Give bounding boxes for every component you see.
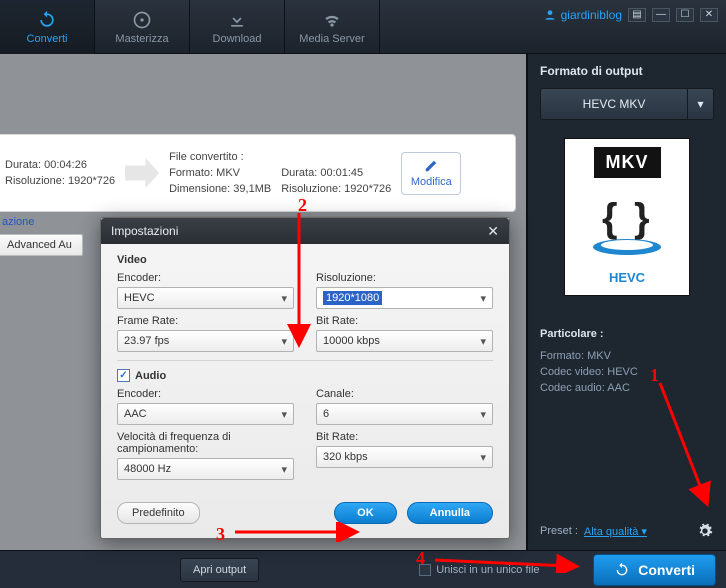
video-bitrate-combo[interactable]: 10000 kbps▾ — [316, 330, 493, 352]
disc-icon — [132, 10, 152, 30]
default-button[interactable]: Predefinito — [117, 502, 200, 524]
tab-converti[interactable]: Converti — [0, 0, 95, 54]
svg-text:}: } — [634, 196, 650, 240]
detail-row: Codec audio: AAC — [540, 382, 714, 394]
right-panel: Formato di output HEVC MKV ▾ MKV { } HEV… — [528, 54, 726, 550]
maximize-button[interactable]: ☐ — [676, 8, 694, 22]
account-link[interactable]: giardiniblog — [543, 8, 622, 22]
modifica-button[interactable]: Modifica — [401, 152, 461, 195]
merge-label: Unisci in un unico file — [436, 564, 539, 576]
dialog-title: Impostazioni — [111, 224, 178, 238]
tab-download[interactable]: Download — [190, 0, 285, 54]
details-heading: Particolare : — [540, 328, 714, 340]
audio-encoder-combo[interactable]: AAC▾ — [117, 403, 294, 425]
open-output-button[interactable]: Apri output — [180, 558, 259, 582]
audio-section-heading: ✓ Audio — [117, 369, 493, 382]
source-meta: Durata: 00:04:26 Risoluzione: 1920*726 — [5, 157, 115, 189]
tab-label: Masterizza — [115, 33, 168, 45]
cancel-button[interactable]: Annulla — [407, 502, 493, 524]
dialog-close-button[interactable]: ✕ — [487, 224, 499, 238]
output-format-heading: Formato di output — [540, 64, 714, 78]
dialog-titlebar: Impostazioni ✕ — [101, 218, 509, 244]
field-label: Bit Rate: — [316, 431, 493, 443]
detail-row: Formato: MKV — [540, 350, 714, 362]
audio-checkbox[interactable]: ✓ — [117, 369, 130, 382]
preset-row: Preset : Alta qualità ▾ — [540, 522, 714, 540]
video-framerate-combo[interactable]: 23.97 fps▾ — [117, 330, 294, 352]
video-encoder-combo[interactable]: HEVC▾ — [117, 287, 294, 309]
audio-samplerate-combo[interactable]: 48000 Hz▾ — [117, 458, 294, 480]
edit-icon — [424, 159, 438, 173]
audio-bitrate-combo[interactable]: 320 kbps▾ — [316, 446, 493, 468]
preset-dropdown[interactable]: Alta qualità ▾ — [584, 525, 647, 538]
converti-button[interactable]: Converti — [593, 554, 716, 586]
codec-label: HEVC — [609, 270, 645, 285]
mkv-badge: MKV — [594, 147, 661, 178]
settings-dialog: Impostazioni ✕ Video Encoder: HEVC▾ Riso… — [100, 217, 510, 539]
svg-text:{: { — [602, 196, 618, 240]
tab-mediaserver[interactable]: Media Server — [285, 0, 380, 54]
format-dropdown-button[interactable]: ▾ — [688, 88, 714, 120]
format-button-group: HEVC MKV ▾ — [540, 88, 714, 120]
preset-label: Preset : — [540, 525, 578, 537]
dest-meta: File convertito : Formato: MKV Dimension… — [169, 149, 271, 197]
video-section-heading: Video — [117, 254, 493, 266]
advanced-audio-button[interactable]: Advanced Au — [0, 234, 83, 256]
format-button[interactable]: HEVC MKV — [540, 88, 688, 120]
gear-icon — [697, 523, 713, 539]
bottom-bar: Apri output Unisci in un unico file Conv… — [0, 550, 726, 588]
field-label: Canale: — [316, 388, 493, 400]
field-label: Velocità di frequenza di campionamento: — [117, 431, 294, 455]
field-label: Encoder: — [117, 272, 294, 284]
format-preview-card: MKV { } HEVC — [564, 138, 690, 296]
settings-gear-button[interactable] — [696, 522, 714, 540]
field-label: Frame Rate: — [117, 315, 294, 327]
audio-channel-combo[interactable]: 6▾ — [316, 403, 493, 425]
top-toolbar: Converti Masterizza Download Media Serve… — [0, 0, 726, 54]
wifi-icon — [322, 10, 342, 30]
download-icon — [227, 10, 247, 30]
refresh-icon — [37, 10, 57, 30]
dest-meta2: Durata: 00:01:45 Risoluzione: 1920*726 — [281, 149, 391, 197]
field-label: Risoluzione: — [316, 272, 493, 284]
close-window-button[interactable]: ✕ — [700, 8, 718, 22]
tab-masterizza[interactable]: Masterizza — [95, 0, 190, 54]
codec-braces-icon: { } — [582, 189, 672, 259]
details-section: Particolare : Formato: MKV Codec video: … — [540, 328, 714, 398]
merge-checkbox-row[interactable]: Unisci in un unico file — [419, 564, 539, 576]
ok-button[interactable]: OK — [334, 502, 397, 524]
tab-label: Converti — [27, 33, 68, 45]
arrow-icon — [125, 158, 159, 188]
video-resolution-combo[interactable]: 1920*1080▾ — [316, 287, 493, 309]
file-item: Durata: 00:04:26 Risoluzione: 1920*726 F… — [0, 134, 516, 212]
notebook-button[interactable]: ▤ — [628, 8, 646, 22]
merge-checkbox[interactable] — [419, 564, 431, 576]
minimize-button[interactable]: — — [652, 8, 670, 22]
user-icon — [543, 8, 557, 22]
refresh-icon — [614, 562, 630, 578]
detail-row: Codec video: HEVC — [540, 366, 714, 378]
field-label: Bit Rate: — [316, 315, 493, 327]
tab-label: Media Server — [299, 33, 364, 45]
tab-label: Download — [213, 33, 262, 45]
field-label: Encoder: — [117, 388, 294, 400]
